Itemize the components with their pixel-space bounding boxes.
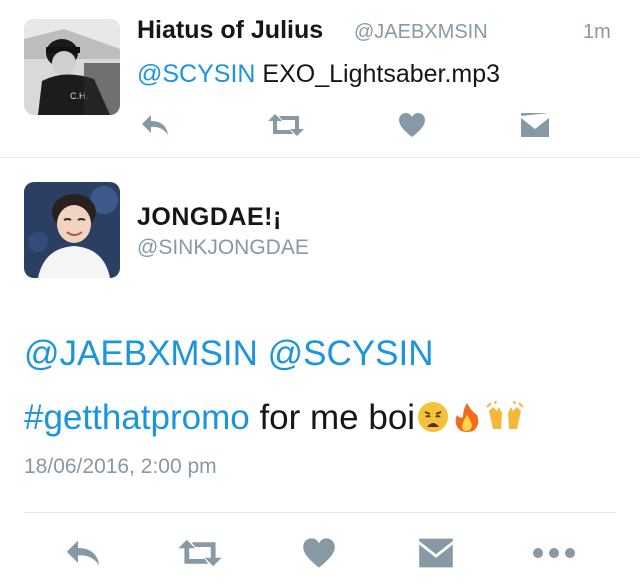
tweet-text-body: EXO_Lightsaber.mp3	[255, 60, 501, 88]
fire-icon	[451, 390, 483, 432]
tweet-actions	[0, 108, 640, 138]
tweet-line-2: #getthatpromo for me boi	[24, 386, 525, 450]
tweet-text-body: for me boi	[249, 398, 416, 437]
tweet-text: @JAEBXMSIN @SCYSIN #getthatpromo for me …	[24, 322, 525, 450]
divider	[0, 157, 640, 158]
direct-message-icon[interactable]	[520, 112, 550, 143]
timestamp: 1m	[583, 21, 611, 43]
weary-face-icon	[417, 390, 449, 432]
tweet-text: @SCYSIN EXO_Lightsaber.mp3	[137, 60, 500, 89]
avatar[interactable]	[24, 182, 120, 278]
divider	[24, 512, 616, 513]
like-icon[interactable]	[302, 537, 336, 574]
tweet-date: 18/06/2016, 2:00 pm	[24, 455, 217, 478]
retweet-icon[interactable]	[176, 538, 224, 573]
tweet-reply[interactable]: C.H. Hiatus of Julius @JAEBXMSIN 1m @SCY…	[0, 0, 640, 157]
mention-link[interactable]: @JAEBXMSIN	[24, 334, 258, 373]
tweet-line-1: @JAEBXMSIN @SCYSIN	[24, 322, 525, 386]
avatar[interactable]: C.H.	[24, 19, 120, 115]
display-name[interactable]: JONGDAE!¡	[137, 203, 282, 232]
handle[interactable]: @SINKJONGDAE	[137, 236, 309, 260]
reply-icon[interactable]	[64, 538, 102, 573]
direct-message-icon[interactable]	[418, 537, 454, 574]
handle[interactable]: @JAEBXMSIN	[354, 21, 488, 44]
mention-link[interactable]: @SCYSIN	[137, 60, 255, 88]
open-hands-icon	[485, 390, 525, 429]
tweet-actions	[0, 530, 640, 570]
more-icon[interactable]	[532, 546, 576, 564]
like-icon[interactable]	[398, 112, 426, 143]
reply-icon[interactable]	[140, 113, 170, 142]
retweet-icon[interactable]	[266, 113, 306, 142]
mention-link[interactable]: @SCYSIN	[268, 334, 434, 373]
hashtag-link[interactable]: #getthatpromo	[24, 398, 250, 437]
display-name[interactable]: Hiatus of Julius	[137, 16, 323, 45]
